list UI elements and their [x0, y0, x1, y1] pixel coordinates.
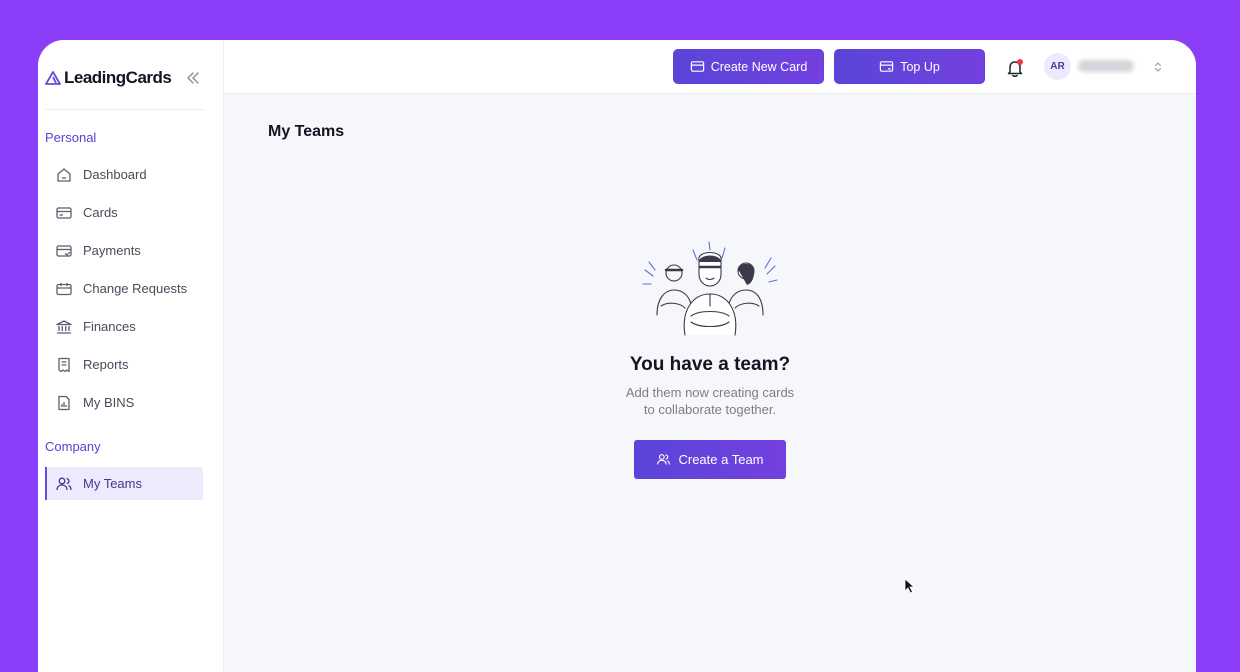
sidebar-divider	[45, 109, 205, 110]
home-icon	[57, 167, 71, 182]
sidebar-item-label: Cards	[83, 205, 118, 220]
receipt-icon	[58, 357, 70, 372]
sidebar-item-my-bins[interactable]: My BINS	[45, 386, 203, 419]
sidebar-item-label: Finances	[83, 319, 136, 334]
section-company: Company	[45, 439, 101, 454]
empty-state: You have a team? Add them now creating c…	[224, 240, 1196, 479]
sidebar-item-change-requests[interactable]: Change Requests	[45, 272, 203, 305]
collapse-sidebar-icon[interactable]	[184, 69, 202, 87]
sidebar-item-finances[interactable]: Finances	[45, 310, 203, 343]
empty-state-subtitle: Add them now creating cards to collabora…	[626, 384, 794, 418]
sidebar-item-cards[interactable]: Cards	[45, 196, 203, 229]
main-content: Create New Card Top Up AR My Teams You h…	[224, 40, 1196, 672]
username-blurred[interactable]	[1078, 60, 1134, 72]
empty-state-subtitle-line2: to collaborate together.	[643, 402, 777, 417]
sidebar-item-payments[interactable]: Payments	[45, 234, 203, 267]
section-personal: Personal	[45, 130, 97, 145]
team-illustration	[642, 241, 778, 336]
sidebar-item-label: Change Requests	[83, 281, 188, 296]
sidebar-item-label: Dashboard	[83, 167, 147, 182]
sidebar-item-label: My Teams	[83, 476, 142, 491]
create-new-card-label: Create New Card	[710, 59, 808, 74]
app-window: LeadingCards Personal Dashboard Cards Pa…	[38, 40, 1196, 672]
payment-card-icon	[56, 244, 72, 257]
sidebar-item-label: Reports	[83, 357, 129, 372]
sidebar-item-reports[interactable]: Reports	[45, 348, 203, 381]
chevron-up-down-icon[interactable]	[1152, 60, 1164, 74]
bank-icon	[56, 319, 72, 334]
sidebar-item-dashboard[interactable]: Dashboard	[45, 158, 203, 191]
calendar-card-icon	[56, 282, 72, 295]
create-team-label: Create a Team	[678, 452, 764, 467]
bell-icon[interactable]	[1004, 57, 1026, 79]
logo-icon	[45, 71, 61, 85]
card-icon	[56, 206, 72, 219]
users-icon	[56, 477, 72, 490]
create-team-button[interactable]: Create a Team	[634, 440, 786, 479]
page-title: My Teams	[268, 123, 345, 140]
top-up-button[interactable]: Top Up	[834, 49, 985, 84]
sidebar-item-label: Payments	[83, 243, 141, 258]
avatar[interactable]: AR	[1044, 53, 1071, 80]
logo-text: LeadingCards	[64, 68, 172, 87]
card-icon	[690, 61, 704, 72]
card-icon	[879, 61, 894, 72]
mouse-cursor-icon	[904, 578, 916, 594]
top-bar: Create New Card Top Up AR	[224, 40, 1196, 94]
users-icon	[657, 454, 671, 465]
logo[interactable]: LeadingCards	[45, 68, 172, 88]
create-new-card-button[interactable]: Create New Card	[673, 49, 824, 84]
empty-state-subtitle-line1: Add them now creating cards	[625, 385, 795, 400]
sidebar: LeadingCards Personal Dashboard Cards Pa…	[38, 40, 224, 672]
chart-document-icon	[58, 395, 70, 410]
empty-state-title: You have a team?	[629, 354, 791, 375]
top-up-label: Top Up	[900, 59, 940, 74]
sidebar-item-my-teams[interactable]: My Teams	[45, 467, 203, 500]
sidebar-item-label: My BINS	[83, 395, 135, 410]
